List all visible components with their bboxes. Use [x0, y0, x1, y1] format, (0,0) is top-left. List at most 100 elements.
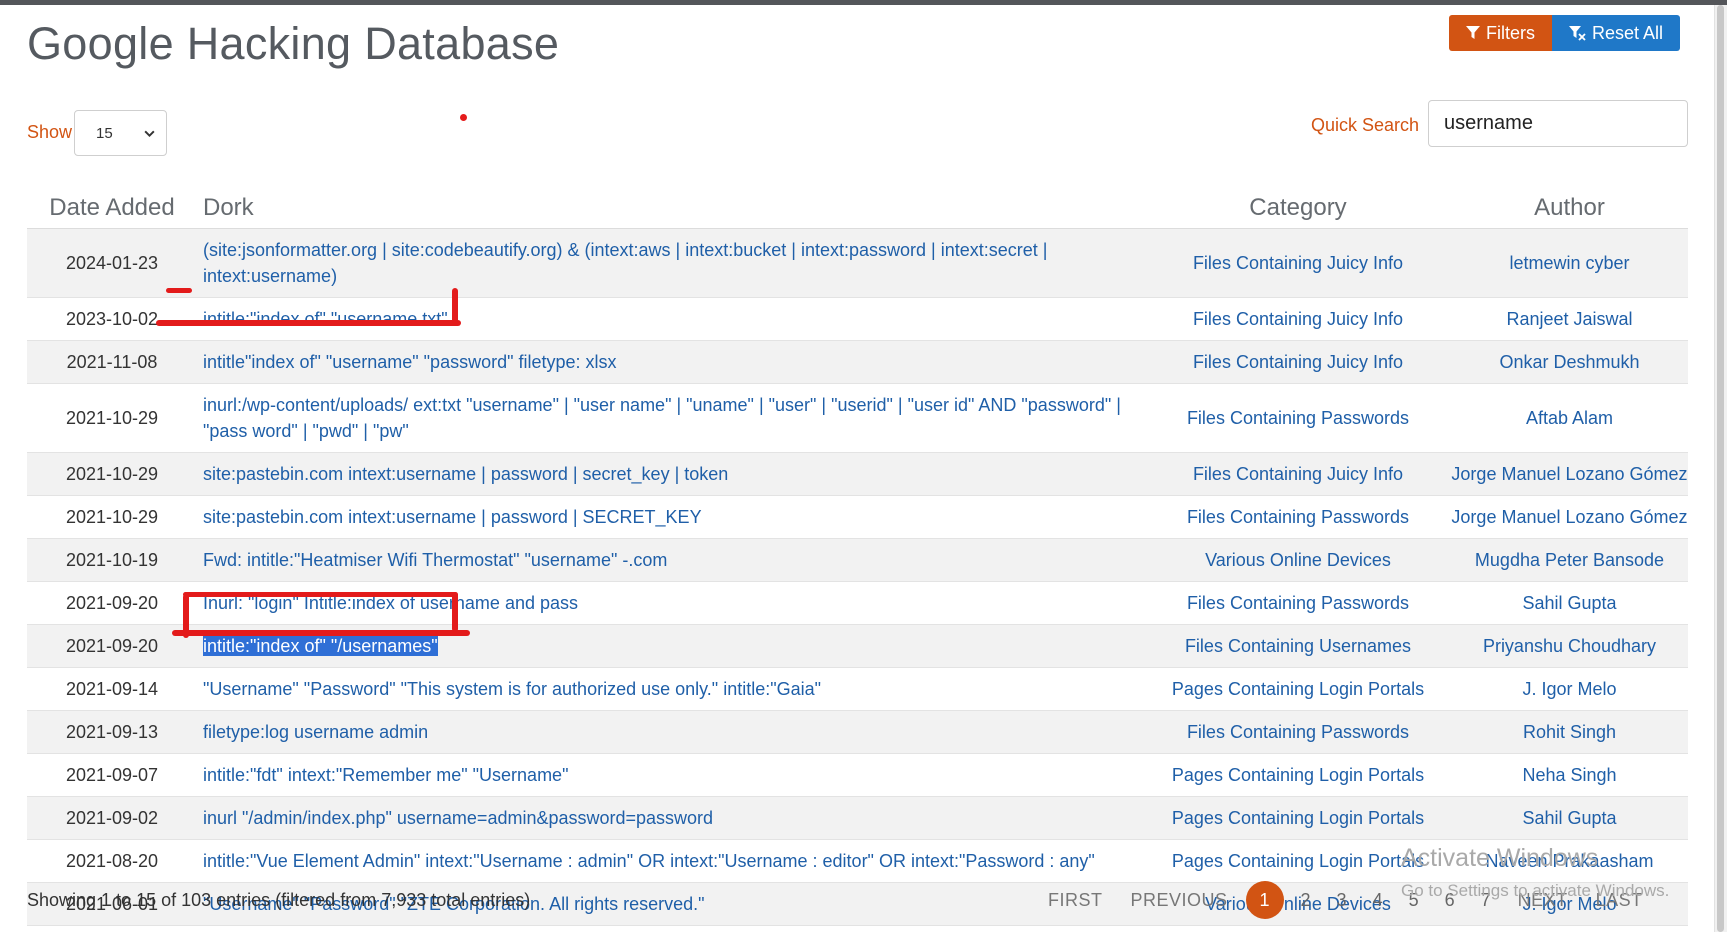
row-dork-link[interactable]: Fwd: intitle:"Heatmiser Wifi Thermostat"… [197, 538, 1145, 582]
annotation-bracket-2-right [452, 592, 458, 632]
row-category-link[interactable]: Files Containing Juicy Info [1145, 228, 1451, 298]
row-date: 2021-09-20 [27, 581, 197, 625]
row-category-link[interactable]: Files Containing Passwords [1145, 495, 1451, 539]
top-bar [0, 0, 1727, 5]
column-header-date[interactable]: Date Added [27, 176, 197, 229]
row-dork-link[interactable]: "Username" "Password" "This system is fo… [197, 667, 1145, 711]
table-row: 2021-10-19 Fwd: intitle:"Heatmiser Wifi T… [27, 538, 1688, 582]
table-row: 2021-10-29 inurl:/wp-content/uploads/ ext… [27, 383, 1688, 453]
row-author-link[interactable]: Sahil Gupta [1451, 796, 1688, 840]
pagination-page-2[interactable]: 2 [1288, 890, 1324, 911]
reset-all-button-label: Reset All [1592, 22, 1664, 43]
row-dork-link[interactable]: intitle:"index of" "username.txt" [197, 297, 1145, 341]
row-date: 2021-10-29 [27, 383, 197, 453]
annotation-underline-2 [172, 630, 470, 636]
quick-search-input[interactable] [1428, 100, 1688, 147]
row-category-link[interactable]: Files Containing Usernames [1145, 624, 1451, 668]
show-entries-select[interactable]: 15 [74, 110, 167, 156]
pagination-first[interactable]: FIRST [1034, 890, 1117, 911]
watermark-subtitle: Go to Settings to activate Windows. [1401, 881, 1670, 900]
column-header-category[interactable]: Category [1145, 176, 1451, 229]
table-row: 2021-11-08 intitle"index of" "username" "… [27, 340, 1688, 384]
row-category-link[interactable]: Files Containing Juicy Info [1145, 340, 1451, 384]
pagination-page-3[interactable]: 3 [1324, 890, 1360, 911]
row-author-link[interactable]: Neha Singh [1451, 753, 1688, 797]
row-category-link[interactable]: Various Online Devices [1145, 538, 1451, 582]
row-category-link[interactable]: Pages Containing Login Portals [1145, 667, 1451, 711]
pagination-page-4[interactable]: 4 [1360, 890, 1396, 911]
row-author-link[interactable]: Priyanshu Choudhary [1451, 624, 1688, 668]
selected-dork-text[interactable]: intitle:"index of" "/usernames" [203, 636, 438, 656]
row-category-link[interactable]: Files Containing Passwords [1145, 710, 1451, 754]
filter-button-group: Filters Reset All [1449, 15, 1681, 51]
filters-button[interactable]: Filters [1449, 15, 1552, 51]
row-author-link[interactable]: Rohit Singh [1451, 710, 1688, 754]
scrollbar-thumb[interactable] [1717, 5, 1724, 932]
row-dork-link[interactable]: inurl:/wp-content/uploads/ ext:txt "user… [197, 383, 1145, 453]
row-dork-link[interactable]: filetype:log username admin [197, 710, 1145, 754]
clear-filter-icon [1569, 25, 1586, 41]
table-row: 2021-09-20 Inurl: "login" Intitle:index o… [27, 581, 1688, 625]
column-header-author[interactable]: Author [1451, 176, 1688, 229]
row-category-link[interactable]: Files Containing Juicy Info [1145, 452, 1451, 496]
table-header-row: Date Added Dork Category Author [27, 176, 1688, 229]
show-entries-value: 15 [96, 124, 113, 142]
row-date: 2021-10-29 [27, 495, 197, 539]
table-row: 2023-10-02 intitle:"index of" "username.t… [27, 297, 1688, 341]
row-dork-link[interactable]: intitle:"Vue Element Admin" intext:"User… [197, 839, 1145, 883]
row-author-link[interactable]: J. Igor Melo [1451, 667, 1688, 711]
row-author-link[interactable]: Mugdha Peter Bansode [1451, 538, 1688, 582]
row-category-link[interactable]: Files Containing Passwords [1145, 581, 1451, 625]
pagination-previous[interactable]: PREVIOUS [1117, 890, 1242, 911]
watermark-title: Activate Windows [1401, 844, 1599, 872]
row-date: 2021-10-29 [27, 452, 197, 496]
row-dork-link[interactable]: site:pastebin.com intext:username | pass… [197, 495, 1145, 539]
row-date: 2021-11-08 [27, 340, 197, 384]
annotation-underline-1 [156, 320, 461, 326]
row-category-link[interactable]: Pages Containing Login Portals [1145, 796, 1451, 840]
row-dork-link[interactable]: (site:jsonformatter.org | site:codebeaut… [197, 228, 1145, 298]
row-date: 2021-09-07 [27, 753, 197, 797]
row-author-link[interactable]: letmewin cyber [1451, 228, 1688, 298]
page-scrollbar[interactable] [1714, 5, 1727, 932]
table-row: 2021-09-14 "Username" "Password" "This sy… [27, 667, 1688, 711]
column-header-dork[interactable]: Dork [197, 176, 1145, 229]
row-author-link[interactable]: Onkar Deshmukh [1451, 340, 1688, 384]
row-dork-link[interactable]: site:pastebin.com intext:username | pass… [197, 452, 1145, 496]
row-date: 2023-10-02 [27, 297, 197, 341]
filters-button-label: Filters [1486, 22, 1535, 43]
annotation-bracket-1-left [166, 288, 192, 293]
row-author-link[interactable]: Ranjeet Jaiswal [1451, 297, 1688, 341]
row-author-link[interactable]: Jorge Manuel Lozano Gómez [1451, 452, 1688, 496]
page-title: Google Hacking Database [27, 18, 560, 69]
reset-all-button[interactable]: Reset All [1552, 15, 1681, 51]
dork-table-container: Date Added Dork Category Author 2024-01-… [27, 176, 1688, 926]
table-row: 2021-10-29 site:pastebin.com intext:usern… [27, 452, 1688, 496]
show-entries-label: Show [27, 122, 73, 142]
annotation-bracket-2-top [183, 592, 458, 597]
row-dork-link[interactable]: inurl "/admin/index.php" username=admin&… [197, 796, 1145, 840]
chevron-down-icon [144, 130, 155, 137]
table-row: 2021-09-02 inurl "/admin/index.php" usern… [27, 796, 1688, 840]
row-author-link[interactable]: Jorge Manuel Lozano Gómez [1451, 495, 1688, 539]
row-author-link[interactable]: Aftab Alam [1451, 383, 1688, 453]
row-date: 2021-09-14 [27, 667, 197, 711]
row-dork-link[interactable]: intitle:"fdt" intext:"Remember me" "User… [197, 753, 1145, 797]
row-dork-link[interactable]: Inurl: "login" Intitle:index of username… [197, 581, 1145, 625]
activate-windows-watermark: Activate Windows Go to Settings to activ… [1401, 844, 1669, 901]
pagination-page-1[interactable]: 1 [1245, 881, 1284, 919]
table-row: 2021-09-13 filetype:log username admin Fil… [27, 710, 1688, 754]
dork-table: Date Added Dork Category Author 2024-01-… [27, 176, 1688, 926]
table-row: 2021-10-29 site:pastebin.com intext:usern… [27, 495, 1688, 539]
row-author-link[interactable]: Sahil Gupta [1451, 581, 1688, 625]
row-category-link[interactable]: Files Containing Juicy Info [1145, 297, 1451, 341]
table-row: 2021-09-07 intitle:"fdt" intext:"Remember… [27, 753, 1688, 797]
annotation-dot [460, 114, 467, 121]
entries-info: Showing 1 to 15 of 103 entries (filtered… [27, 890, 531, 910]
row-category-link[interactable]: Pages Containing Login Portals [1145, 753, 1451, 797]
row-dork-link[interactable]: intitle"index of" "username" "password" … [197, 340, 1145, 384]
row-category-link[interactable]: Files Containing Passwords [1145, 383, 1451, 453]
row-date: 2021-10-19 [27, 538, 197, 582]
annotation-bracket-1-right [452, 288, 458, 324]
row-date: 2021-09-13 [27, 710, 197, 754]
